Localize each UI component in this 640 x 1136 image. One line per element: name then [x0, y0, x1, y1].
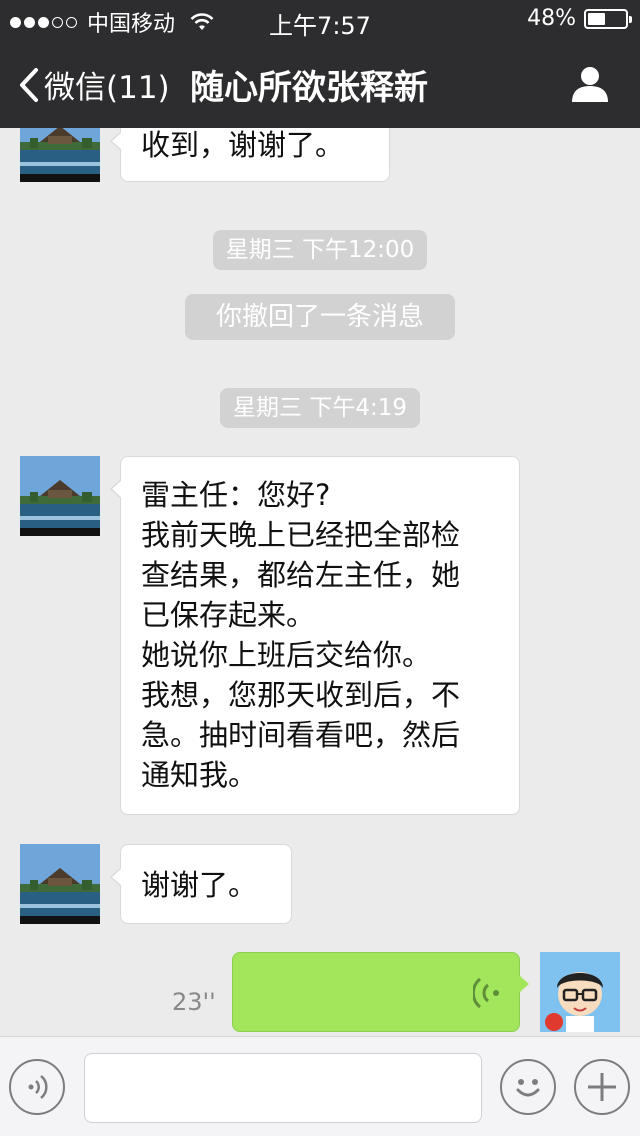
voice-message-bubble[interactable]: [232, 952, 529, 1032]
message-line: 我想，您那天收到后，不: [141, 678, 461, 712]
message-input[interactable]: [84, 1053, 482, 1123]
contact-avatar[interactable]: [20, 128, 100, 182]
message-line: 通知我。: [141, 758, 258, 792]
voice-wave-icon: [473, 977, 499, 1009]
contact-avatar[interactable]: [20, 456, 100, 536]
my-avatar[interactable]: [540, 952, 620, 1032]
message-bubble[interactable]: 谢谢了。: [110, 844, 292, 924]
contact-avatar[interactable]: [20, 844, 100, 924]
message-line: 已保存起来。: [141, 598, 316, 632]
battery-icon: [584, 8, 632, 29]
person-icon: [572, 67, 608, 102]
back-button[interactable]: 微信(11): [18, 62, 170, 107]
more-options-button[interactable]: [574, 1059, 630, 1115]
plus-icon: [588, 1073, 616, 1101]
landscape-avatar-image: [20, 128, 100, 182]
message-text: 收到，谢谢了。: [141, 128, 345, 162]
message-line: 我前天晚上已经把全部检: [141, 518, 461, 552]
battery-percent: 48%: [527, 6, 576, 31]
message-line: 急。抽时间看看吧，然后: [141, 718, 461, 752]
emoji-button[interactable]: [500, 1059, 556, 1115]
recalled-message-notice: 你撤回了一条消息: [185, 294, 455, 340]
chat-title: 随心所欲张释新: [190, 68, 428, 108]
voice-duration: 23'': [172, 988, 216, 1016]
input-bar: [0, 1036, 640, 1136]
landscape-avatar-image: [20, 844, 100, 924]
message-line: 查结果，都给左主任，她: [141, 558, 461, 592]
chat-area[interactable]: 收到，谢谢了。 星期三 下午12:00 你撤回了一条消息 星期三 下午4:19 …: [0, 128, 640, 1036]
top-bar: 中国移动 上午7:57 48% 微信(11) 随心所欲张释新: [0, 0, 640, 128]
message-line: 她说你上班后交给你。: [141, 638, 432, 672]
message-bubble[interactable]: 收到，谢谢了。: [110, 128, 390, 182]
message-line: 雷主任：您好?: [141, 478, 331, 512]
timestamp-label: 星期三 下午4:19: [220, 388, 420, 428]
timestamp-label: 星期三 下午12:00: [213, 230, 427, 270]
cartoon-avatar-image: [540, 952, 620, 1032]
profile-button[interactable]: [570, 64, 610, 104]
voice-mode-icon: [28, 1075, 48, 1099]
landscape-avatar-image: [20, 456, 100, 536]
chevron-left-icon: [20, 67, 38, 102]
back-label: 微信(11): [44, 70, 170, 106]
emoji-icon: [516, 1079, 540, 1097]
navigation-bar: 微信(11) 随心所欲张释新: [0, 40, 640, 128]
message-text: 谢谢了。: [141, 868, 258, 902]
status-bar: 中国移动 上午7:57 48%: [0, 0, 640, 40]
voice-mode-button[interactable]: [9, 1059, 65, 1115]
battery-indicator: 48%: [527, 6, 632, 31]
message-bubble[interactable]: 雷主任：您好? 我前天晚上已经把全部检 查结果，都给左主任，她 已保存起来。 她…: [110, 456, 520, 815]
